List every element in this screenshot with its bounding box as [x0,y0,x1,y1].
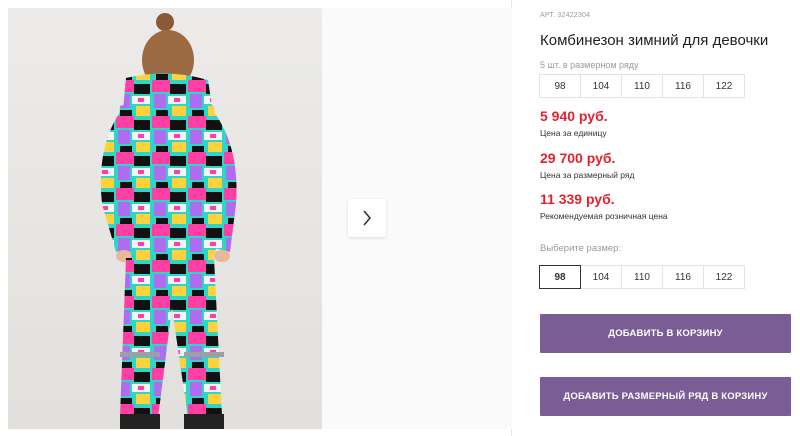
size-row-item: 122 [703,74,745,98]
row-price: 29 700 руб. [540,150,616,166]
size-row-note: 5 шт. в размерном ряду [540,60,639,70]
article-number: АРТ. 32422304 [540,12,591,19]
size-option-110[interactable]: 110 [621,265,663,289]
retail-price: 11 339 руб. [540,191,615,207]
size-row-item: 104 [580,74,622,98]
product-page: АРТ. 32422304 Комбинезон зимний для дево… [0,0,800,436]
kid-in-snowsuit-illustration [100,13,237,429]
product-photo[interactable] [8,8,322,429]
row-price-label: Цена за размерный ряд [540,170,635,180]
add-size-row-to-cart-button[interactable]: Добавить размерный ряд в корзину [540,377,791,416]
size-option-104[interactable]: 104 [580,265,622,289]
next-photo-button[interactable] [348,199,386,237]
size-row-item: 110 [621,74,663,98]
unit-price-label: Цена за единицу [540,128,607,138]
size-option-116[interactable]: 116 [662,265,704,289]
retail-price-label: Рекомендуемая розничная цена [540,211,668,221]
size-picker: 98 104 110 116 122 [539,265,745,289]
size-option-122[interactable]: 122 [703,265,745,289]
product-title: Комбинезон зимний для девочки [540,32,769,49]
product-gallery [0,0,512,436]
size-row-item: 116 [662,74,704,98]
size-row-list: 98 104 110 116 122 [539,74,745,98]
unit-price: 5 940 руб. [540,108,608,124]
chevron-right-icon [363,210,372,226]
size-option-98[interactable]: 98 [539,265,581,289]
choose-size-label: Выберите размер: [540,243,622,254]
size-row-item: 98 [539,74,581,98]
add-to-cart-button[interactable]: Добавить в корзину [540,314,791,353]
